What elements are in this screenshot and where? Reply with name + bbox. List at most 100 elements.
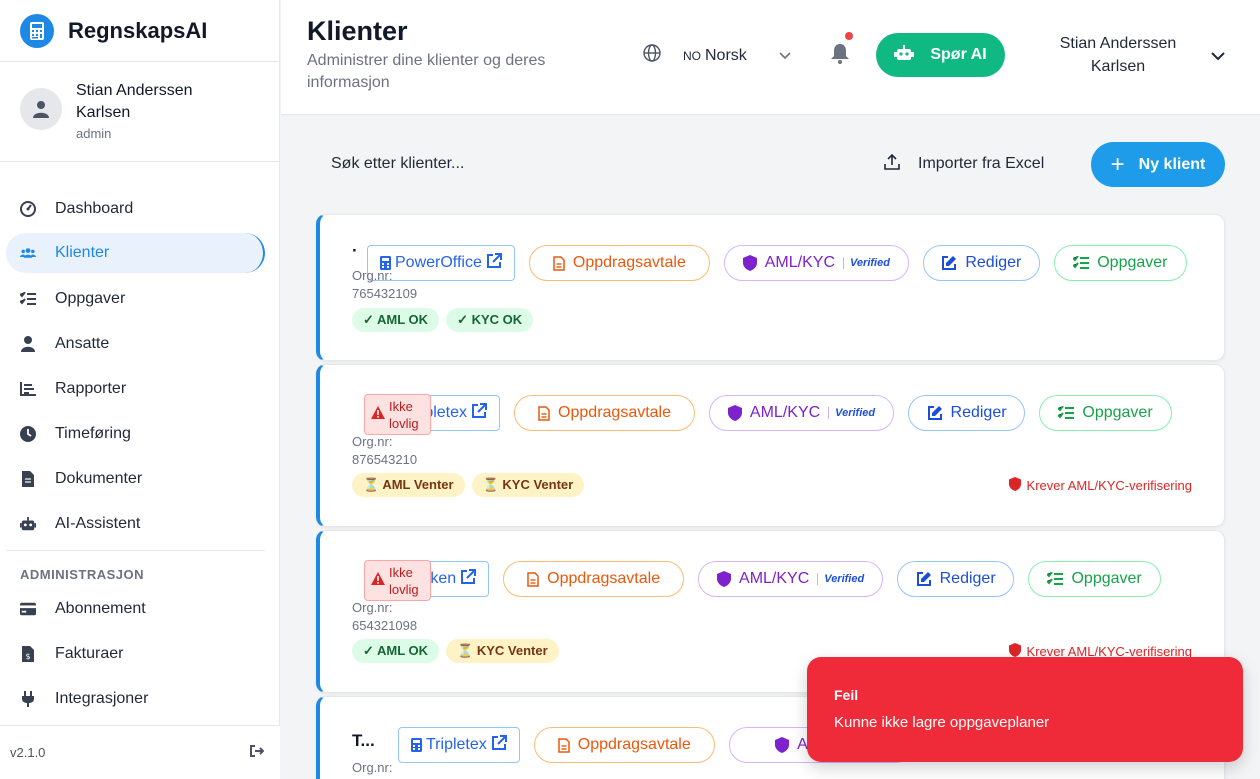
- brand[interactable]: RegnskapsAI: [0, 0, 279, 62]
- sidebar-item-integrasjoner[interactable]: Integrasjoner: [0, 676, 279, 721]
- logout-icon[interactable]: [250, 744, 265, 762]
- external-link-icon: [491, 734, 507, 756]
- edit-button[interactable]: Rediger: [897, 561, 1015, 597]
- illegal-badge[interactable]: Ikke lovlig: [364, 560, 431, 601]
- oppdragsavtale-label: Oppdragsavtale: [577, 736, 691, 753]
- external-link-icon: [486, 252, 502, 274]
- sidebar-item-label: AI-Assistent: [55, 514, 141, 532]
- edit-label: Rediger: [939, 570, 996, 587]
- tasks-icon: [1047, 572, 1064, 586]
- sidebar-item-label: Integrasjoner: [55, 689, 149, 707]
- client-card[interactable]: · PowerOffice Oppdragsavtale AML/KYC Veri…: [316, 214, 1225, 361]
- tasks-icon: [1058, 406, 1075, 420]
- users-icon: [20, 245, 36, 261]
- plus-icon: +: [1110, 150, 1125, 178]
- status-tags: ⏳ AML Venter ⏳ KYC Venter: [352, 473, 591, 497]
- sidebar-item-ansatte[interactable]: Ansatte: [0, 321, 279, 366]
- integration-link[interactable]: Tripletex: [398, 727, 520, 763]
- verified-badge: Verified: [843, 257, 890, 269]
- oppdragsavtale-label: Oppdragsavtale: [558, 404, 672, 421]
- status-tags: ✓ AML OK ⏳ KYC Venter: [352, 639, 566, 663]
- edit-button[interactable]: Rediger: [908, 395, 1026, 431]
- document-icon: [20, 470, 36, 487]
- tasks-button[interactable]: Oppgaver: [1053, 245, 1187, 281]
- globe-icon: [643, 44, 661, 67]
- shield-icon: [742, 255, 757, 271]
- sidebar-item-oppgaver[interactable]: Oppgaver: [0, 276, 279, 321]
- sidebar-item-ai-assistent[interactable]: AI-Assistent: [0, 501, 279, 546]
- notifications-button[interactable]: [831, 32, 853, 69]
- sidebar-item-dokumenter[interactable]: Dokumenter: [0, 456, 279, 501]
- sidebar-item-label: Dashboard: [55, 199, 134, 217]
- ask-ai-button[interactable]: Spør AI: [876, 33, 1005, 77]
- new-client-label: Ny klient: [1138, 155, 1206, 173]
- sidebar-item-label: Ansatte: [55, 334, 110, 352]
- card-icon: [20, 601, 36, 617]
- warning-label: Krever AML/KYC-verifisering: [1026, 478, 1192, 493]
- user-profile[interactable]: Stian Anderssen Karlsen admin: [0, 62, 279, 162]
- robot-icon: [20, 516, 36, 532]
- oppdragsavtale-button[interactable]: Oppdragsavtale: [528, 245, 710, 281]
- new-client-button[interactable]: + Ny klient: [1091, 142, 1225, 187]
- edit-icon: [927, 405, 943, 421]
- sidebar-item-fakturaer[interactable]: $ Fakturaer: [0, 631, 279, 676]
- chart-icon: [20, 381, 36, 397]
- aml-kyc-button[interactable]: AML/KYC Verified: [698, 561, 884, 597]
- edit-icon: [941, 255, 957, 271]
- verified-badge: Verified: [828, 407, 875, 419]
- profile-role: admin: [76, 126, 112, 141]
- sidebar-item-klienter[interactable]: Klienter: [6, 233, 265, 273]
- org-number: Org.nr: 765432109: [352, 267, 417, 303]
- illegal-label: Ikke lovlig: [389, 564, 419, 597]
- sidebar-item-rapporter[interactable]: Rapporter: [0, 366, 279, 411]
- shield-icon: [717, 571, 732, 587]
- oppdragsavtale-label: Oppdragsavtale: [572, 254, 686, 271]
- error-toast[interactable]: Feil Kunne ikke lagre oppgaveplaner: [807, 657, 1243, 762]
- tasks-button[interactable]: Oppgaver: [1028, 561, 1162, 597]
- search-input[interactable]: [317, 142, 817, 186]
- nav-section-header: ADMINISTRASJON: [20, 567, 145, 582]
- oppdragsavtale-button[interactable]: Oppdragsavtale: [514, 395, 696, 431]
- org-number: Org.nr: 654321098: [352, 599, 417, 635]
- illegal-badge[interactable]: Ikke lovlig: [364, 394, 431, 435]
- sidebar-item-timeforing[interactable]: Timeføring: [0, 411, 279, 456]
- language-label: Norsk: [705, 46, 747, 64]
- oppdragsavtale-button[interactable]: Oppdragsavtale: [503, 561, 685, 597]
- sidebar: RegnskapsAI Stian Anderssen Karlsen admi…: [0, 0, 280, 779]
- upload-icon: [884, 153, 900, 175]
- document-icon: [527, 571, 539, 587]
- shield-icon: [727, 405, 742, 421]
- org-value: 654321098: [352, 618, 418, 633]
- client-card[interactable]: tripletex Oppdragsavtale AML/KYC Verified…: [316, 364, 1225, 527]
- edit-button[interactable]: Rediger: [922, 245, 1040, 281]
- sidebar-item-label: Oppgaver: [55, 289, 126, 307]
- status-badge: ✓ AML OK: [352, 308, 440, 332]
- user-menu[interactable]: Stian Anderssen Karlsen: [1051, 32, 1185, 78]
- org-label: Org.nr:: [352, 760, 393, 775]
- tasks-button[interactable]: Oppgaver: [1039, 395, 1173, 431]
- chevron-down-icon[interactable]: [1211, 48, 1225, 66]
- import-excel-button[interactable]: Importer fra Excel: [866, 142, 1072, 186]
- sidebar-item-dashboard[interactable]: Dashboard: [0, 186, 279, 231]
- calculator-icon: [411, 738, 422, 752]
- client-actions: tripletex Oppdragsavtale AML/KYC Verified…: [367, 395, 1186, 431]
- tasks-label: Oppgaver: [1071, 570, 1142, 587]
- org-number: Org.nr:432109876: [352, 759, 417, 779]
- aml-kyc-button[interactable]: AML/KYC Verified: [723, 245, 909, 281]
- tasks-icon: [20, 291, 36, 307]
- clock-icon: [20, 425, 36, 442]
- chevron-down-icon: [779, 47, 791, 65]
- profile-name: Stian Anderssen Karlsen: [76, 82, 193, 121]
- aml-kyc-button[interactable]: AML/KYC Verified: [709, 395, 895, 431]
- org-value: 765432109: [352, 286, 418, 301]
- integration-name: Tripletex: [426, 736, 487, 753]
- edit-label: Rediger: [965, 254, 1022, 271]
- verified-badge: Verified: [817, 573, 864, 585]
- calculator-icon: [20, 13, 54, 48]
- status-badge: ⏳ KYC Venter: [471, 473, 585, 497]
- oppdragsavtale-button[interactable]: Oppdragsavtale: [533, 727, 715, 763]
- warning-icon: [371, 572, 385, 589]
- language-selector[interactable]: NO Norsk: [643, 44, 791, 67]
- sidebar-footer: v2.1.0: [0, 725, 280, 779]
- sidebar-item-abonnement[interactable]: Abonnement: [0, 586, 279, 631]
